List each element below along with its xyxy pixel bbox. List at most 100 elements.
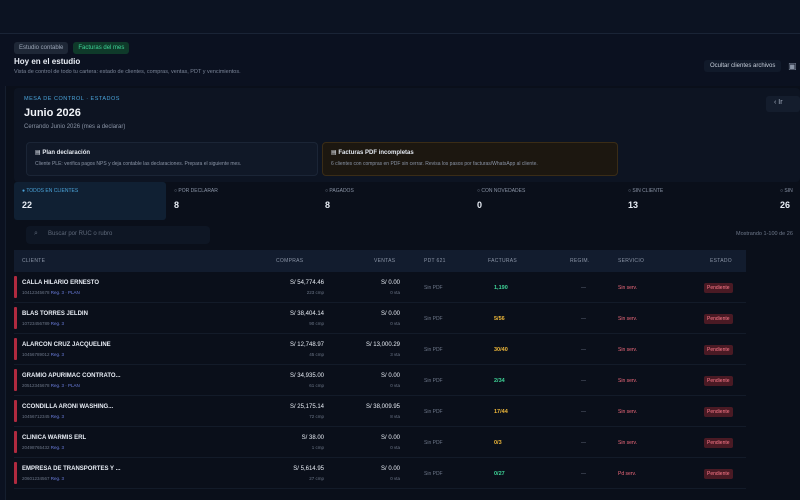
alert-facturas-pdf[interactable]: ▤ Facturas PDF incompletas 6 clientes co… <box>322 142 618 176</box>
status-badge[interactable]: Pendiente <box>704 345 733 355</box>
status-badge[interactable]: Pendiente <box>704 314 733 324</box>
client-name[interactable]: EMPRESA DE TRANSPORTES Y ... <box>22 466 121 472</box>
sidebar-icon[interactable]: ▣ <box>788 61 797 72</box>
pdt-status: Sin PDF <box>424 285 443 291</box>
th-ventas[interactable]: VENTAS <box>374 258 395 264</box>
table-header: CLIENTE COMPRAS VENTAS PDT 621 FACTURAS … <box>14 250 746 272</box>
facturas-value: 0/3 <box>494 440 502 446</box>
stat-sin-cliente[interactable]: ○ SIN CLIENTE 13 <box>620 182 772 220</box>
compras-count: 223 cmp <box>306 290 324 295</box>
th-pdt[interactable]: PDT 621 <box>424 258 446 264</box>
stat-con-novedades[interactable]: ○ CON NOVEDADES 0 <box>469 182 621 220</box>
client-name[interactable]: CCONDILLA ARONI WASHING... <box>22 404 113 410</box>
status-badge[interactable]: Pendiente <box>704 407 733 417</box>
ventas-count: 0 vta <box>390 476 400 481</box>
th-estado[interactable]: ESTADO <box>710 258 732 264</box>
stat-pagados[interactable]: ○ PAGADOS 8 <box>317 182 469 220</box>
facturas-value: 2/34 <box>494 378 505 384</box>
compras-count: 72 cmp <box>309 414 324 419</box>
client-meta: 10723456789 Reg. 3 <box>22 321 65 326</box>
period-title: Junio 2026 <box>24 107 81 119</box>
ventas-count: 0 vta <box>390 321 400 326</box>
page-header: Estudio contable Facturas del mes Hoy en… <box>0 34 800 86</box>
stat-todos[interactable]: ● TODOS EN CLIENTES 22 <box>14 182 166 220</box>
header-badges: Estudio contable Facturas del mes <box>14 42 130 54</box>
table-row[interactable]: CCONDILLA ARONI WASHING... 10456712345 Re… <box>14 396 746 427</box>
facturas-value: 0/27 <box>494 471 505 477</box>
th-compras[interactable]: COMPRAS <box>276 258 303 264</box>
status-badge[interactable]: Pendiente <box>704 376 733 386</box>
ventas-amount: S/ 13,000.29 <box>365 342 400 348</box>
client-meta: 10456712345 Reg. 3 <box>22 414 65 419</box>
th-facturas[interactable]: FACTURAS <box>488 258 517 264</box>
servicio-value: Sin serv. <box>618 409 638 415</box>
client-name[interactable]: CALLA HILARIO ERNESTO <box>22 280 99 286</box>
compras-amount: S/ 54,774.46 <box>289 280 324 286</box>
th-regimen[interactable]: REGIM. <box>570 258 590 264</box>
ventas-count: 0 vta <box>390 383 400 388</box>
pdt-status: Sin PDF <box>424 471 443 477</box>
facturas-value: 17/44 <box>494 409 508 415</box>
pdt-status: Sin PDF <box>424 316 443 322</box>
ventas-count: 0 vta <box>390 445 400 450</box>
regimen-value: — <box>581 285 586 291</box>
search-icon: ⌕ <box>34 230 38 237</box>
table-row[interactable]: ALARCON CRUZ JACQUELINE 10456789012 Reg. … <box>14 334 746 365</box>
client-meta: 20512345678 Reg. 3 · PLAN <box>22 383 80 388</box>
ventas-amount: S/ 38,009.95 <box>365 404 400 410</box>
table-row[interactable]: GRAMIO APURIMAC CONTRATO... 20512345678 R… <box>14 365 746 396</box>
client-name[interactable]: GRAMIO APURIMAC CONTRATO... <box>22 373 121 379</box>
facturas-value: 1,190 <box>494 285 508 291</box>
compras-count: 1 cmp <box>311 445 324 450</box>
table-row[interactable]: EMPRESA DE TRANSPORTES Y ... 20601234567 … <box>14 458 746 489</box>
stat-por-declarar[interactable]: ○ POR DECLARAR 8 <box>166 182 318 220</box>
compras-amount: S/ 12,748.97 <box>289 342 324 348</box>
client-name[interactable]: CLINICA WARMIS ERL <box>22 435 86 441</box>
servicio-value: Sin serv. <box>618 316 638 322</box>
th-cliente[interactable]: CLIENTE <box>22 258 45 264</box>
ventas-amount: S/ 0.00 <box>380 280 400 286</box>
results-count: Mostrando 1-100 de 26 <box>736 231 793 237</box>
filter-bar: Buscar por RUC o rubro ⌕ Mostrando 1-100… <box>14 226 800 244</box>
regimen-value: — <box>581 440 586 446</box>
ventas-count: 0 vta <box>390 290 400 295</box>
ventas-amount: S/ 0.00 <box>380 435 400 441</box>
compras-amount: S/ 5,614.95 <box>293 466 324 472</box>
alert-plan-declaracion[interactable]: ▤ Plan declaración Cliente PLE: verifica… <box>26 142 318 176</box>
ventas-count: 3 vta <box>390 352 400 357</box>
servicio-value: Sin serv. <box>618 347 638 353</box>
compras-count: 27 cmp <box>309 476 324 481</box>
status-badge[interactable]: Pendiente <box>704 438 733 448</box>
servicio-value: Sin serv. <box>618 378 638 384</box>
period-nav-button[interactable]: ‹ Ir <box>766 96 800 112</box>
servicio-value: Pd serv. <box>618 471 636 477</box>
th-servicio[interactable]: SERVICIO <box>618 258 644 264</box>
servicio-value: Sin serv. <box>618 285 638 291</box>
compras-amount: S/ 38.00 <box>301 435 324 441</box>
pdt-status: Sin PDF <box>424 440 443 446</box>
regimen-value: — <box>581 378 586 384</box>
stat-sin[interactable]: ○ SIN 26 <box>772 182 800 220</box>
table-row[interactable]: BLAS TORRES JELDIN 10723456789 Reg. 3 S/ 3… <box>14 303 746 334</box>
ventas-amount: S/ 0.00 <box>380 373 400 379</box>
table-row[interactable]: CALLA HILARIO ERNESTO 10412345678 Reg. 3 … <box>14 272 746 303</box>
client-name[interactable]: ALARCON CRUZ JACQUELINE <box>22 342 111 348</box>
pdt-status: Sin PDF <box>424 409 443 415</box>
search-input[interactable]: Buscar por RUC o rubro <box>26 226 210 244</box>
compras-amount: S/ 25,175.14 <box>289 404 324 410</box>
pdt-status: Sin PDF <box>424 347 443 353</box>
servicio-value: Sin serv. <box>618 440 638 446</box>
status-badge[interactable]: Pendiente <box>704 469 733 479</box>
top-bar <box>0 0 800 34</box>
ventas-amount: S/ 0.00 <box>380 311 400 317</box>
status-badge[interactable]: Pendiente <box>704 283 733 293</box>
regimen-value: — <box>581 471 586 477</box>
client-name[interactable]: BLAS TORRES JELDIN <box>22 311 88 317</box>
ventas-amount: S/ 0.00 <box>380 466 400 472</box>
compras-amount: S/ 34,935.00 <box>289 373 324 379</box>
status-bar <box>14 338 17 360</box>
facturas-value: 30/40 <box>494 347 508 353</box>
hide-archived-button[interactable]: Ocultar clientes archivos <box>704 60 782 72</box>
compras-count: 61 cmp <box>309 383 324 388</box>
table-row[interactable]: CLINICA WARMIS ERL 20498765432 Reg. 3 S/ 3… <box>14 427 746 458</box>
